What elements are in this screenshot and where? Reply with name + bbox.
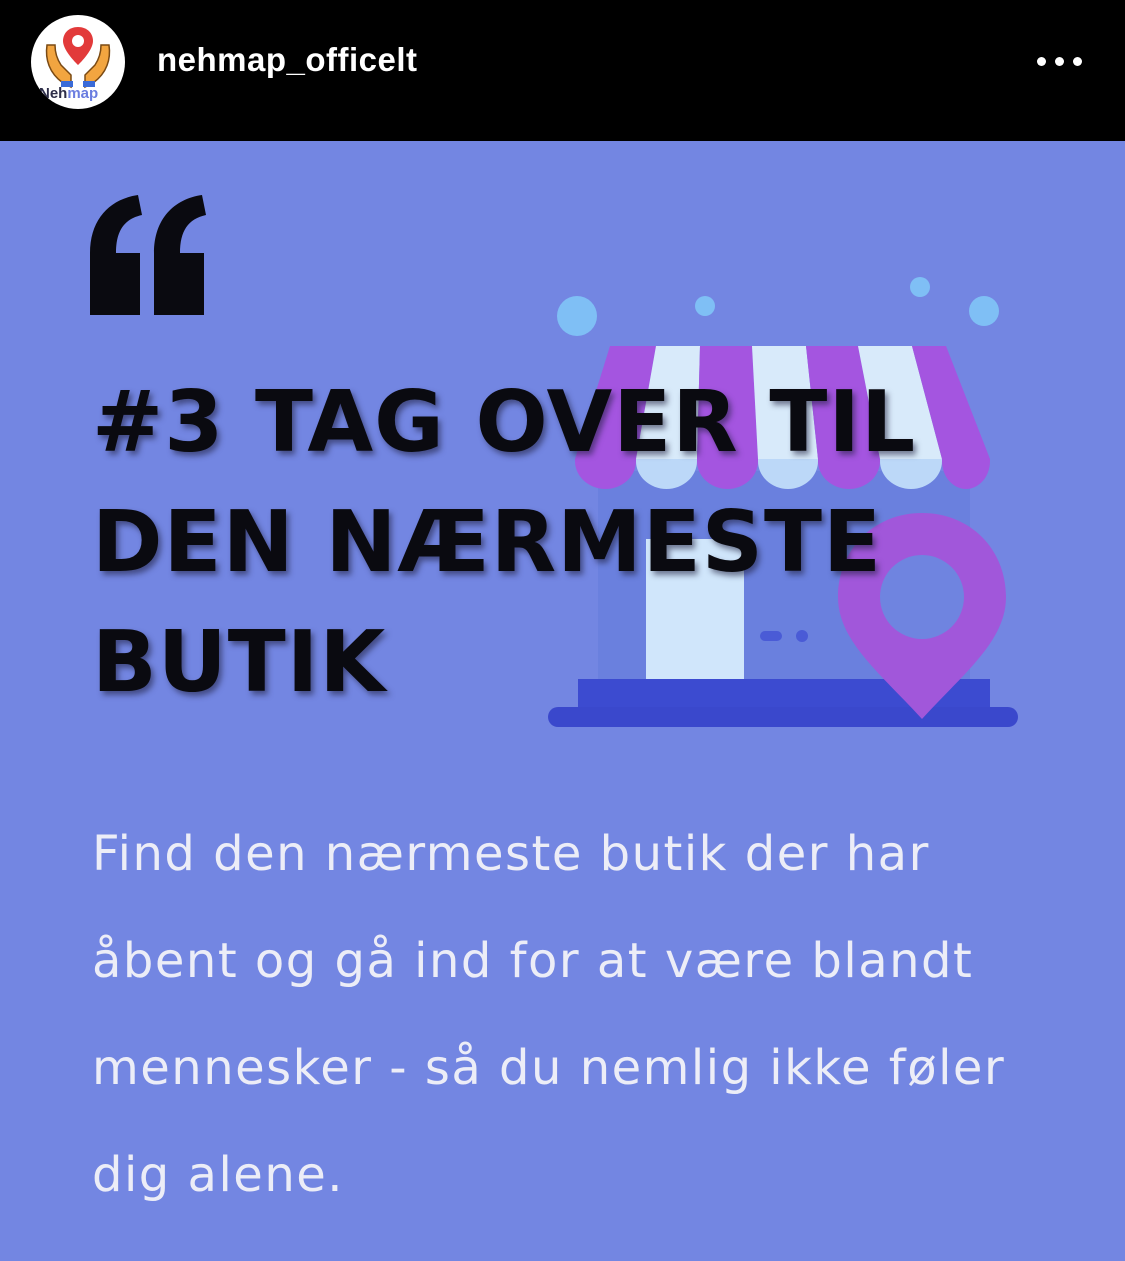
more-options-button[interactable] <box>1030 44 1086 80</box>
avatar-logo-text: Nehmap <box>39 85 98 103</box>
title-line: #3 TAG OVER TIL <box>92 373 917 472</box>
avatar[interactable]: Nehmap <box>31 15 125 109</box>
title-line: BUTIK <box>92 613 387 712</box>
post-header: Nehmap nehmap_officelt <box>0 0 1125 141</box>
logo-text-map: map <box>67 85 99 102</box>
post-title: #3 TAG OVER TIL DEN NÆRMESTE BUTIK <box>92 363 1052 723</box>
username-link[interactable]: nehmap_officelt <box>157 40 418 80</box>
bubble <box>910 277 930 297</box>
post-image[interactable]: #3 TAG OVER TIL DEN NÆRMESTE BUTIK Find … <box>0 141 1125 1261</box>
logo-text-neh: Neh <box>39 85 68 102</box>
title-line: DEN NÆRMESTE <box>92 493 883 592</box>
bubble <box>695 296 715 316</box>
bubble <box>557 296 597 336</box>
post-body-text: Find den nærmeste butik der har åbent og… <box>92 826 1006 1203</box>
bubble <box>969 296 999 326</box>
quote-mark-icon <box>90 195 206 315</box>
